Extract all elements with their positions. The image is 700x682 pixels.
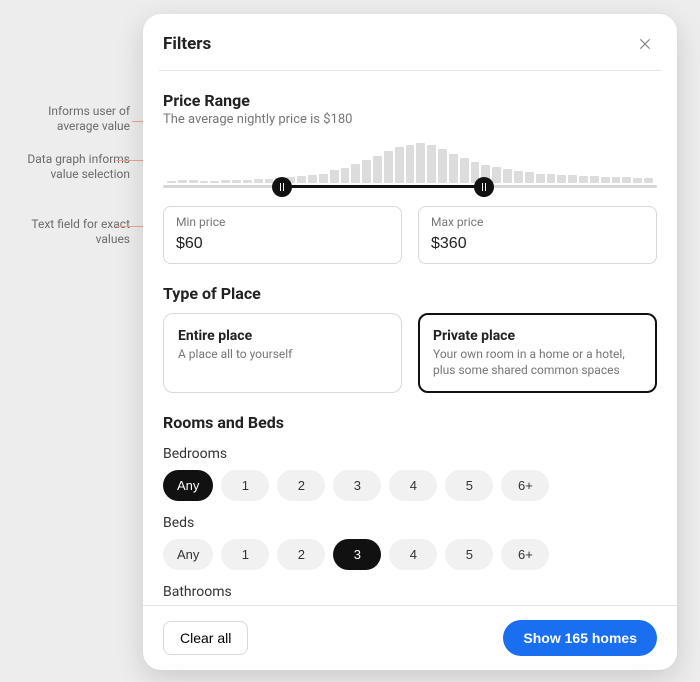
histogram-bar (384, 151, 393, 183)
histogram-bar (460, 158, 469, 183)
count-pill[interactable]: 5 (445, 539, 493, 570)
modal-header: Filters (143, 14, 677, 70)
histogram-bar (351, 164, 360, 183)
modal-footer: Clear all Show 165 homes (143, 605, 677, 670)
histogram-bar (416, 143, 425, 183)
rooms-group-label: Beds (163, 515, 657, 531)
min-price-label: Min price (176, 215, 389, 229)
histogram-bar (232, 180, 241, 183)
histogram-bar (622, 177, 631, 183)
rooms-group-label: Bedrooms (163, 446, 657, 462)
count-pill[interactable]: 2 (277, 470, 325, 501)
count-pill[interactable]: 5 (445, 470, 493, 501)
histogram-bar (254, 179, 263, 183)
price-histogram (163, 143, 657, 183)
price-range-title: Price Range (163, 91, 657, 110)
histogram-bar (319, 174, 328, 183)
price-histogram-slider (163, 137, 657, 192)
show-results-button[interactable]: Show 165 homes (503, 620, 657, 656)
histogram-bar (167, 181, 176, 183)
count-pill[interactable]: 4 (389, 470, 437, 501)
section-type-of-place: Type of Place Entire place A place all to… (163, 264, 657, 393)
histogram-bar (297, 176, 306, 183)
count-pill[interactable]: 2 (277, 539, 325, 570)
place-option-desc: Your own room in a home or a hotel, plus… (433, 347, 642, 378)
slider-handle-max[interactable] (474, 177, 494, 197)
histogram-bar (373, 156, 382, 183)
histogram-bar (395, 147, 404, 183)
close-icon (638, 37, 652, 51)
histogram-bar (536, 174, 545, 183)
annotation-graph: Data graph informs value selection (10, 152, 130, 182)
modal-title: Filters (163, 34, 211, 54)
histogram-bar (362, 160, 371, 183)
annotation-avg: Informs user of average value (10, 104, 130, 134)
modal-scroll[interactable]: Price Range The average nightly price is… (143, 71, 677, 605)
rooms-beds-title: Rooms and Beds (163, 413, 657, 432)
histogram-bar (308, 175, 317, 183)
price-input-row: Min price Max price (163, 206, 657, 264)
histogram-bar (568, 175, 577, 183)
max-price-field[interactable]: Max price (418, 206, 657, 264)
histogram-bar (449, 154, 458, 183)
histogram-bar (200, 181, 209, 183)
place-option-card[interactable]: Entire place A place all to yourself (163, 313, 402, 393)
place-option-card[interactable]: Private place Your own room in a home or … (418, 313, 657, 393)
price-range-subtitle: The average nightly price is $180 (163, 112, 657, 127)
slider-handle-min[interactable] (272, 177, 292, 197)
count-pill[interactable]: 3 (333, 470, 381, 501)
place-option-title: Private place (433, 328, 642, 344)
max-price-input[interactable] (431, 235, 644, 253)
histogram-bar (492, 167, 501, 183)
histogram-bar (189, 180, 198, 183)
section-rooms-beds: Rooms and Beds BedroomsAny123456+BedsAny… (163, 393, 657, 605)
histogram-bar (427, 145, 436, 183)
place-option-desc: A place all to yourself (178, 347, 387, 363)
histogram-bar (601, 177, 610, 183)
count-pill[interactable]: 6+ (501, 539, 549, 570)
histogram-bar (612, 177, 621, 183)
annotation-textfield: Text field for exact values (10, 217, 130, 247)
max-price-label: Max price (431, 215, 644, 229)
histogram-bar (547, 174, 556, 183)
histogram-bar (243, 180, 252, 183)
clear-all-button[interactable]: Clear all (163, 621, 248, 655)
histogram-bar (438, 149, 447, 183)
count-pill[interactable]: 1 (221, 539, 269, 570)
histogram-bar (406, 145, 415, 183)
min-price-input[interactable] (176, 235, 389, 253)
count-pill[interactable]: 1 (221, 470, 269, 501)
count-pill[interactable]: 3 (333, 539, 381, 570)
histogram-bar (178, 180, 187, 183)
pill-row: Any 12345 6+ (163, 470, 657, 501)
pill-row: Any 12345 6+ (163, 539, 657, 570)
histogram-bar (579, 176, 588, 183)
count-pill[interactable]: 4 (389, 539, 437, 570)
histogram-bar (525, 172, 534, 183)
histogram-bar (341, 168, 350, 183)
histogram-bar (590, 176, 599, 183)
histogram-bar (221, 180, 230, 183)
histogram-bar (330, 170, 339, 183)
section-price-range: Price Range The average nightly price is… (163, 71, 657, 264)
histogram-bar (503, 169, 512, 183)
count-pill[interactable]: Any (163, 470, 213, 501)
type-of-place-title: Type of Place (163, 284, 657, 303)
histogram-bar (210, 181, 219, 183)
count-pill[interactable]: 6+ (501, 470, 549, 501)
slider-track-active (282, 185, 485, 188)
place-option-title: Entire place (178, 328, 387, 344)
min-price-field[interactable]: Min price (163, 206, 402, 264)
rooms-group-label: Bathrooms (163, 584, 657, 600)
place-options: Entire place A place all to yourself Priva… (163, 313, 657, 393)
histogram-bar (557, 175, 566, 183)
count-pill[interactable]: Any (163, 539, 213, 570)
filters-modal: Filters Price Range The average nightly … (143, 14, 677, 670)
histogram-bar (633, 178, 642, 183)
histogram-bar (644, 178, 653, 183)
close-button[interactable] (633, 32, 657, 56)
histogram-bar (514, 171, 523, 183)
